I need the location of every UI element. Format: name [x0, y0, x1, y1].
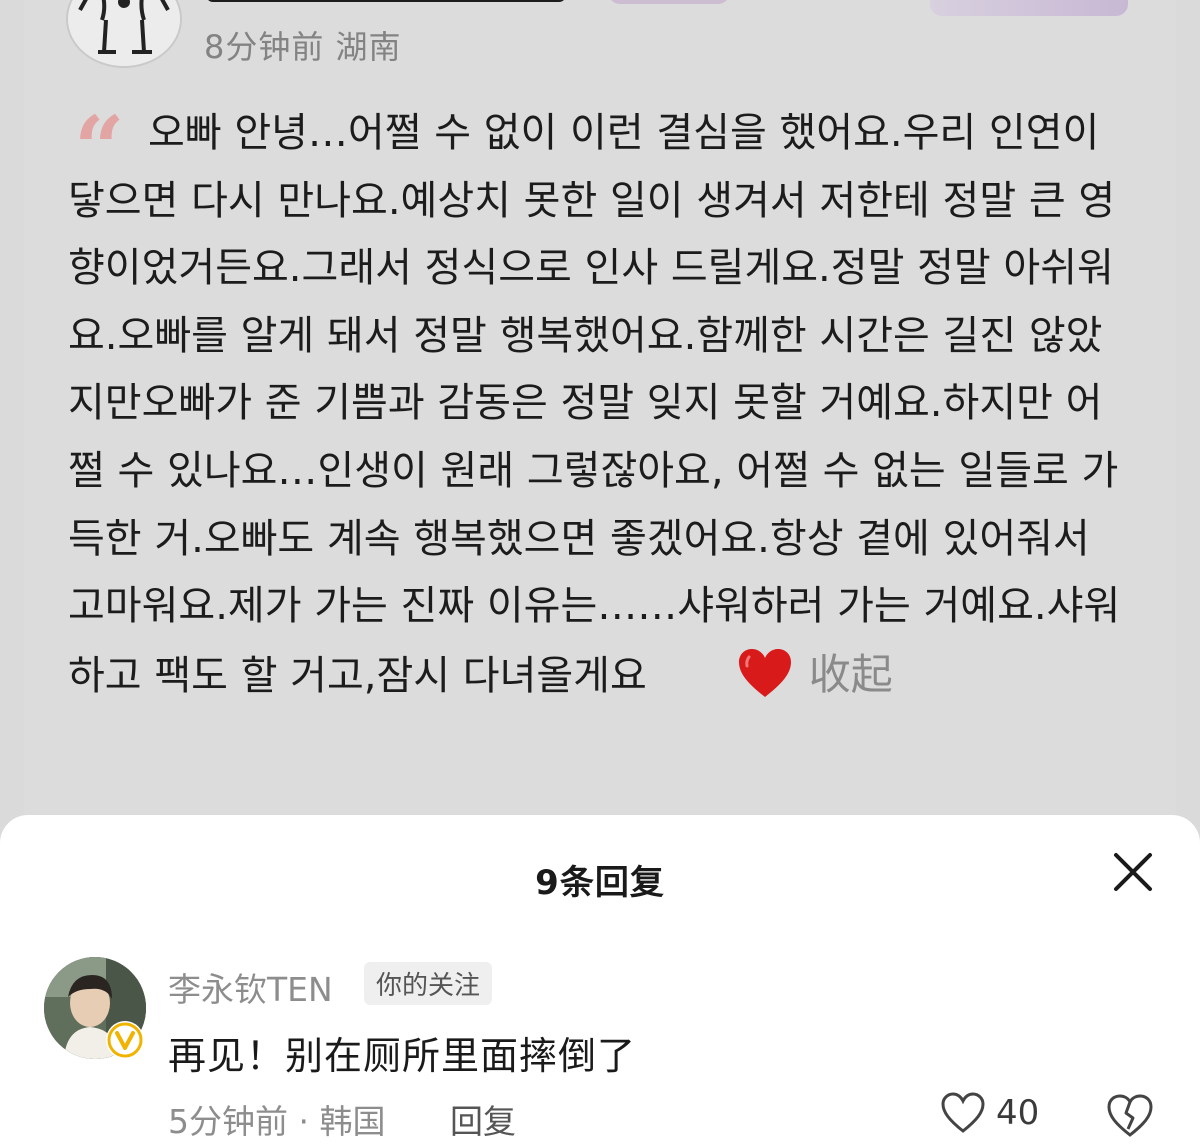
broken-heart-icon: [1107, 1094, 1153, 1137]
post-author-name-cropped: [200, 0, 580, 4]
dislike-button[interactable]: [1106, 1093, 1154, 1139]
red-heart-icon: [657, 647, 793, 721]
post-meta: 8分钟前 湖南: [204, 28, 402, 66]
heart-outline-icon: [941, 1092, 985, 1133]
reply-content[interactable]: 再见！别在厕所里面摔倒了: [168, 1025, 636, 1080]
post-body-text: 오빠 안녕…어쩔 수 없이 이런 결심을 했어요.우리 인연이 닿으면 다시 만…: [68, 110, 1121, 699]
like-button[interactable]: 40: [940, 1091, 1039, 1135]
post-body: 오빠 안녕…어쩔 수 없이 이런 결심을 했어요.우리 인연이 닿으면 다시 만…: [68, 100, 1128, 720]
reply-author-name[interactable]: 李永钦TEN: [168, 963, 333, 1011]
like-count: 40: [996, 1093, 1040, 1133]
reply-meta: 5分钟前 · 韩国: [168, 1102, 386, 1141]
follow-badge: 你的关注: [364, 962, 493, 1005]
post-banner-cropped: [930, 0, 1128, 16]
collapse-link[interactable]: 收起: [809, 650, 893, 699]
reply-sheet: 9条回复 李永钦TEN 你的关注 再见！别在厕所里面摔倒了 5分钟前 · 韩国 …: [0, 815, 1200, 1145]
close-icon: [1114, 853, 1152, 891]
verified-v-icon: [107, 1022, 143, 1058]
verified-badge: [106, 1021, 144, 1059]
reply-button[interactable]: 回复: [450, 1095, 516, 1143]
close-button[interactable]: [1108, 847, 1158, 897]
sheet-title: 9条回复: [535, 863, 665, 903]
post-author-tag-cropped: [608, 0, 730, 4]
